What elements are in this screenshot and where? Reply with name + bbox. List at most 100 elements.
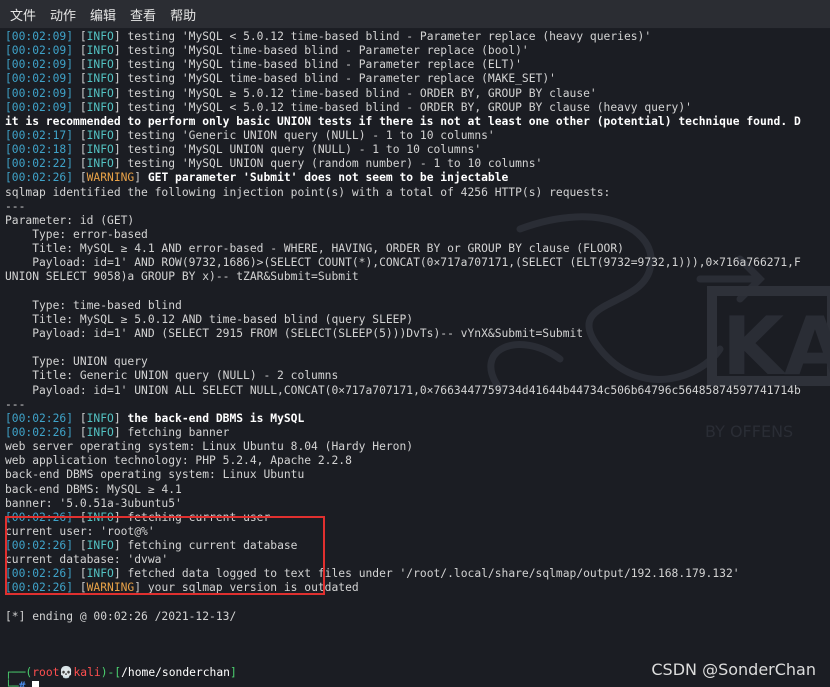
terminal-line: back-end DBMS operating system: Linux Ub… <box>5 468 830 482</box>
terminal-text-segment: [ <box>73 143 87 157</box>
terminal-line: [00:02:26] [INFO] the back-end DBMS is M… <box>5 412 830 426</box>
terminal-text-segment: it is recommended to perform only basic … <box>5 114 801 128</box>
terminal-text-segment: ] testing 'MySQL time-based blind - Para… <box>113 72 556 86</box>
terminal-text-segment: INFO <box>86 425 114 439</box>
terminal-text-segment: INFO <box>86 143 114 157</box>
terminal-text-segment: [ <box>73 425 87 439</box>
terminal-text-segment: [00:02:09] <box>5 30 74 43</box>
terminal-line: web server operating system: Linux Ubunt… <box>5 440 830 454</box>
terminal-text-segment: [ <box>73 100 87 114</box>
terminal-text-segment: ] <box>229 666 237 680</box>
terminal-line: [00:02:09] [INFO] testing 'MySQL < 5.0.1… <box>5 30 830 44</box>
terminal-line: Type: error-based <box>5 228 830 242</box>
terminal-text-segment: [ <box>73 157 87 171</box>
terminal-text-segment: INFO <box>86 411 114 425</box>
terminal-text-segment: ] <box>113 411 128 425</box>
terminal-text-segment: [ <box>73 44 87 58</box>
terminal-text-segment: [00:02:09] <box>5 100 74 114</box>
credit-watermark: CSDN @SonderChan <box>651 660 816 679</box>
terminal-text-segment: root💀kali <box>32 666 101 680</box>
terminal-text-segment: --- <box>5 397 26 411</box>
terminal-line: Payload: id=1' UNION ALL SELECT NULL,CON… <box>5 384 830 398</box>
terminal-text-segment: ┌──( <box>5 666 33 680</box>
terminal-text-segment: sqlmap identified the following injectio… <box>5 185 611 199</box>
terminal-text-segment: Title: MySQL ≥ 5.0.12 AND time-based bli… <box>5 312 414 326</box>
terminal-text-segment: [ <box>73 86 87 100</box>
terminal-line: [00:02:09] [INFO] testing 'MySQL time-ba… <box>5 58 830 72</box>
terminal-text-segment: └─ <box>5 680 19 687</box>
terminal-line: [00:02:22] [INFO] testing 'MySQL UNION q… <box>5 157 830 171</box>
terminal-text-segment: GET parameter 'Submit' does not seem to … <box>147 171 509 185</box>
menu-help[interactable]: 帮助 <box>163 5 203 24</box>
terminal-text-segment: web server operating system: Linux Ubunt… <box>5 440 414 454</box>
terminal-text-segment: [00:02:17] <box>5 128 74 142</box>
menu-bar: 文件 动作 编辑 查看 帮助 <box>0 0 830 28</box>
terminal-line: [00:02:09] [INFO] testing 'MySQL < 5.0.1… <box>5 101 830 115</box>
terminal-line: [00:02:09] [INFO] testing 'MySQL time-ba… <box>5 72 830 86</box>
terminal-text-segment: Title: Generic UNION query (NULL) - 2 co… <box>5 369 339 383</box>
terminal-text-segment: [00:02:26] <box>5 171 74 185</box>
terminal-line: [00:02:26] [INFO] fetching banner <box>5 426 830 440</box>
terminal-text-segment: back-end DBMS operating system: Linux Ub… <box>5 468 305 482</box>
terminal-line: Type: time-based blind <box>5 299 830 313</box>
terminal-line: Title: Generic UNION query (NULL) - 2 co… <box>5 369 830 383</box>
terminal-text-segment: ] <box>134 171 148 185</box>
terminal-text-segment: [00:02:09] <box>5 86 74 100</box>
terminal-text-segment: Type: UNION query <box>5 355 148 369</box>
terminal-line: Parameter: id (GET) <box>5 214 830 228</box>
terminal-text-segment: /home/sonderchan <box>121 666 230 680</box>
terminal-text-segment: ] testing 'MySQL ≥ 5.0.12 time-based bli… <box>113 86 597 100</box>
terminal-line: Payload: id=1' AND ROW(9732,1686)>(SELEC… <box>5 256 830 270</box>
terminal-text-segment: INFO <box>86 100 114 114</box>
terminal-text-segment: [ <box>73 128 87 142</box>
terminal-text-segment: INFO <box>86 72 114 86</box>
terminal-text-segment: back-end DBMS: MySQL ≥ 4.1 <box>5 482 182 496</box>
terminal-text-segment: ] testing 'MySQL time-based blind - Para… <box>113 58 522 72</box>
terminal-text-segment: web application technology: PHP 5.2.4, A… <box>5 454 352 468</box>
terminal-line: --- <box>5 200 830 214</box>
terminal-text-segment: INFO <box>86 86 114 100</box>
menu-action[interactable]: 动作 <box>43 5 83 24</box>
terminal-text-segment: [00:02:09] <box>5 72 74 86</box>
terminal-line: [00:02:26] [WARNING] GET parameter 'Subm… <box>5 171 830 185</box>
terminal-text-segment: ] testing 'Generic UNION query (NULL) - … <box>113 128 495 142</box>
terminal-area[interactable]: KA BY OFFENS [00:02:09] [INFO] testing '… <box>0 29 830 687</box>
terminal-cursor <box>32 681 40 687</box>
terminal-text-segment: # <box>18 680 33 687</box>
terminal-text-segment: banner: '5.0.51a-3ubuntu5' <box>5 496 182 510</box>
terminal-line: banner: '5.0.51a-3ubuntu5' <box>5 497 830 511</box>
terminal-line: back-end DBMS: MySQL ≥ 4.1 <box>5 483 830 497</box>
terminal-text-segment: [ <box>73 171 87 185</box>
terminal-text-segment: [00:02:26] <box>5 411 74 425</box>
terminal-line: Title: MySQL ≥ 5.0.12 AND time-based bli… <box>5 313 830 327</box>
terminal-text-segment: [00:02:09] <box>5 44 74 58</box>
terminal-line: [00:02:09] [INFO] testing 'MySQL time-ba… <box>5 44 830 58</box>
terminal-line: [00:02:18] [INFO] testing 'MySQL UNION q… <box>5 143 830 157</box>
menu-edit[interactable]: 编辑 <box>83 5 123 24</box>
terminal-text-segment: [00:02:22] <box>5 157 74 171</box>
highlight-box <box>5 516 325 595</box>
menu-view[interactable]: 查看 <box>123 5 163 24</box>
terminal-line: └─# <box>5 680 830 687</box>
menu-file[interactable]: 文件 <box>0 5 43 24</box>
terminal-text-segment: [*] ending @ 00:02:26 /2021-12-13/ <box>5 609 237 623</box>
terminal-text-segment: INFO <box>86 58 114 72</box>
terminal-text-segment: )-[ <box>100 666 122 680</box>
terminal-text-segment: Payload: id=1' UNION ALL SELECT NULL,CON… <box>5 383 801 397</box>
terminal-text-segment: [00:02:26] <box>5 425 74 439</box>
terminal-text-segment: ] testing 'MySQL UNION query (NULL) - 1 … <box>113 143 482 157</box>
terminal-text-segment: ] testing 'MySQL < 5.0.12 time-based bli… <box>113 30 652 43</box>
terminal-text-segment: Payload: id=1' AND (SELECT 2915 FROM (SE… <box>5 326 584 340</box>
terminal-text-segment: ] testing 'MySQL < 5.0.12 time-based bli… <box>113 100 692 114</box>
terminal-line: Type: UNION query <box>5 355 830 369</box>
terminal-line: sqlmap identified the following injectio… <box>5 186 830 200</box>
terminal-text-segment: [ <box>73 72 87 86</box>
terminal-text-segment: Payload: id=1' AND ROW(9732,1686)>(SELEC… <box>5 256 801 270</box>
terminal-text-segment: Title: MySQL ≥ 4.1 AND error-based - WHE… <box>5 242 624 256</box>
terminal-text-segment: INFO <box>86 30 114 43</box>
